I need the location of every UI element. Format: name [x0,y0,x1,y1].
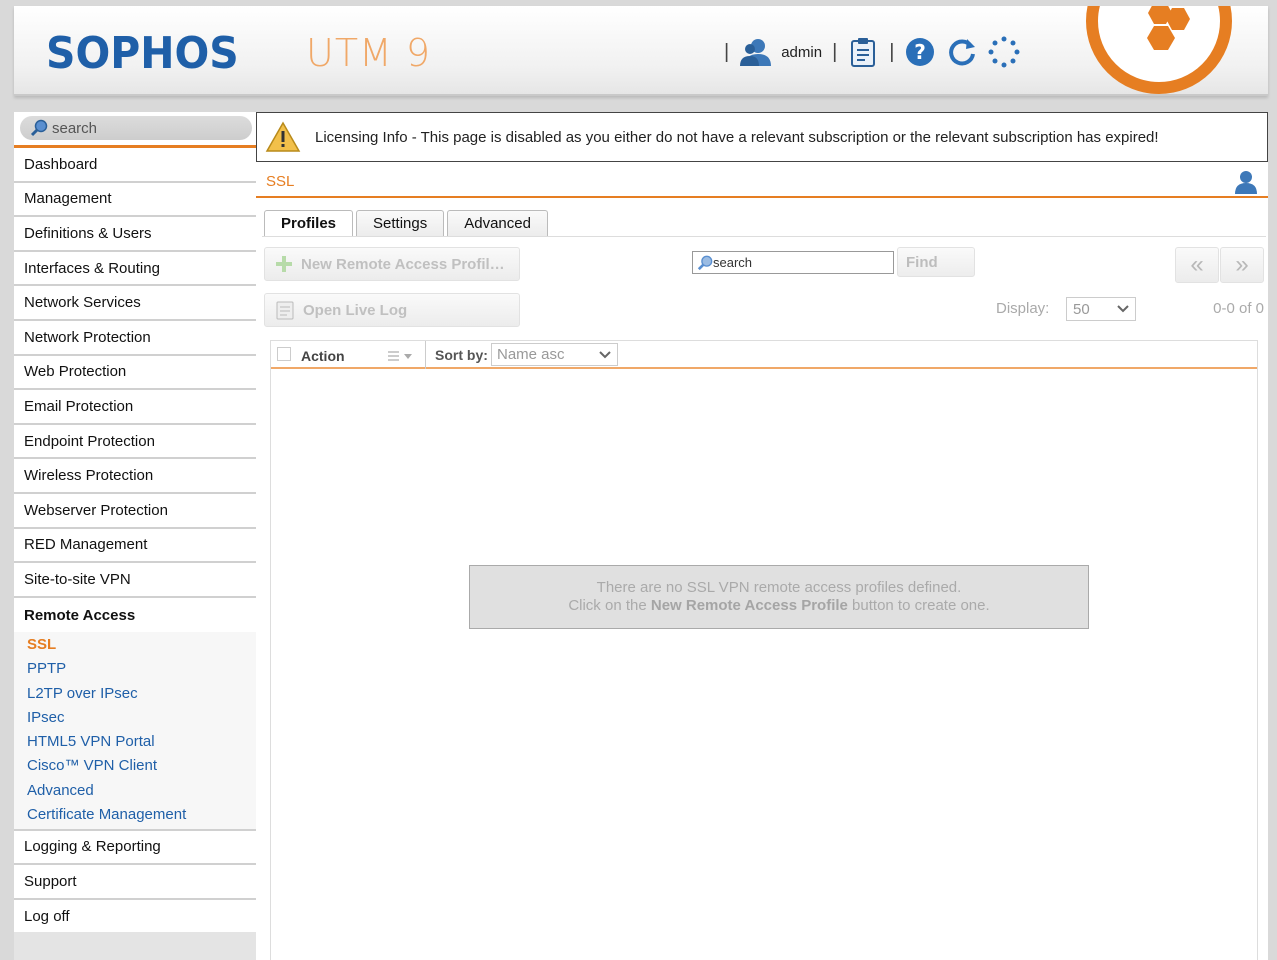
separator: | [889,40,895,63]
remote-access-submenu: SSL PPTP L2TP over IPsec IPsec HTML5 VPN… [14,632,256,831]
subnav-item-html5-vpn-portal[interactable]: HTML5 VPN Portal [27,730,256,754]
empty-line-2: Click on the New Remote Access Profile b… [470,597,1088,615]
subnav-item-ssl[interactable]: SSL [27,632,256,656]
sidebar-item-remote-access[interactable]: Remote Access [14,597,256,633]
sidebar-item-network-protection[interactable]: Network Protection [14,320,256,356]
empty-line-1: There are no SSL VPN remote access profi… [596,579,962,596]
sidebar-search-placeholder: search [52,119,98,137]
search-icon [697,255,713,270]
profiles-list: Action Sort by: Name asc There are no SS… [270,340,1258,960]
sidebar-item-email-protection[interactable]: Email Protection [14,390,256,425]
spinner-icon [988,36,1020,68]
sidebar-item-support[interactable]: Support [14,865,256,900]
new-profile-label: New Remote Access Profil… [301,255,505,273]
sidebar-item-interfaces-routing[interactable]: Interfaces & Routing [14,251,256,287]
warning-icon [265,121,301,152]
subnav-item-certificate-management[interactable]: Certificate Management [27,802,256,826]
empty-line-2-post: button to create one. [847,597,990,614]
subnav-item-advanced[interactable]: Advanced [27,778,256,802]
page-title: SSL [266,173,295,190]
reload-icon[interactable] [946,36,978,68]
sidebar-footer [14,932,256,960]
main-content: Licensing Info - This page is disabled a… [256,112,1268,960]
select-all-checkbox[interactable] [277,347,291,361]
licensing-info-text: Licensing Info - This page is disabled a… [315,128,1159,146]
sidebar-nav: Dashboard Management Definitions & Users… [14,148,256,935]
subnav-item-l2tp[interactable]: L2TP over IPsec [27,681,256,705]
sidebar-item-network-services[interactable]: Network Services [14,286,256,321]
subnav-item-cisco-vpn-client[interactable]: Cisco™ VPN Client [27,754,256,778]
list-toolbar: Action Sort by: Name asc [271,341,1257,369]
new-remote-access-profile-button[interactable]: New Remote Access Profil… [264,247,520,281]
sidebar-item-logging-reporting[interactable]: Logging & Reporting [14,830,256,866]
next-page-button[interactable]: » [1220,247,1264,283]
prev-page-button[interactable]: « [1175,247,1219,283]
open-live-log-label: Open Live Log [303,301,408,319]
header-toolbar: | admin | | ? [724,34,1020,70]
divider [262,236,1266,237]
sidebar-item-web-protection[interactable]: Web Protection [14,355,256,391]
sidebar-search-input[interactable]: search [20,116,252,140]
plus-icon [275,255,293,273]
action-menu-icon[interactable] [387,349,415,367]
separator: | [832,40,838,63]
search-icon [30,119,48,137]
product-name: UTM 9 [306,31,432,75]
log-icon [275,300,295,320]
subnav-item-pptp[interactable]: PPTP [27,657,256,681]
empty-line-2-pre: Click on the [568,597,651,614]
sidebar-item-site-to-site-vpn[interactable]: Site-to-site VPN [14,563,256,598]
display-count-value: 50 [1073,300,1090,318]
sidebar: search Dashboard Management Definitions … [14,112,256,960]
sidebar-item-wireless-protection[interactable]: Wireless Protection [14,459,256,494]
username[interactable]: admin [781,44,822,61]
search-placeholder: search [713,255,753,270]
sort-value: Name asc [497,346,565,363]
separator: | [724,40,730,63]
tab-advanced[interactable]: Advanced [447,210,548,236]
sophos-badge-logo [1086,6,1232,94]
action-label: Action [301,348,345,364]
sort-select[interactable]: Name asc [491,343,618,366]
hexagon-icon [1147,6,1190,50]
tab-profiles[interactable]: Profiles [264,210,354,236]
chevron-down-icon [1117,305,1129,313]
chevron-down-icon [599,351,611,359]
divider [425,341,426,369]
sidebar-item-red-management[interactable]: RED Management [14,528,256,564]
empty-state-message: There are no SSL VPN remote access profi… [469,565,1089,629]
licensing-info-banner: Licensing Info - This page is disabled a… [256,112,1268,162]
svg-text:?: ? [915,40,927,64]
page-header: SSL [256,170,1268,198]
display-count-select[interactable]: 50 [1066,297,1136,321]
help-icon[interactable]: ? [904,36,936,68]
sidebar-item-dashboard[interactable]: Dashboard [14,148,256,183]
tab-settings[interactable]: Settings [356,210,445,236]
sidebar-item-management[interactable]: Management [14,182,256,218]
find-button[interactable]: Find [897,247,975,277]
empty-line-2-bold: New Remote Access Profile [650,597,848,614]
header-bar: SOPHOS UTM 9 | admin | | ? [14,6,1268,96]
result-range: 0-0 of 0 [1213,300,1264,317]
user-icon[interactable] [1234,170,1258,199]
search-input[interactable]: search [692,251,894,274]
display-label: Display: [996,300,1050,317]
clipboard-icon[interactable] [847,36,879,68]
tab-bar: Profiles Settings Advanced [264,210,548,236]
sidebar-item-endpoint-protection[interactable]: Endpoint Protection [14,424,256,460]
sidebar-item-log-off[interactable]: Log off [14,899,256,935]
sophos-logo: SOPHOS [46,28,239,79]
user-icon[interactable] [739,36,772,68]
subnav-item-ipsec[interactable]: IPsec [27,705,256,729]
sort-by-label: Sort by: [435,347,488,363]
sidebar-item-webserver-protection[interactable]: Webserver Protection [14,493,256,529]
sidebar-item-definitions-users[interactable]: Definitions & Users [14,217,256,252]
open-live-log-button[interactable]: Open Live Log [264,293,520,327]
